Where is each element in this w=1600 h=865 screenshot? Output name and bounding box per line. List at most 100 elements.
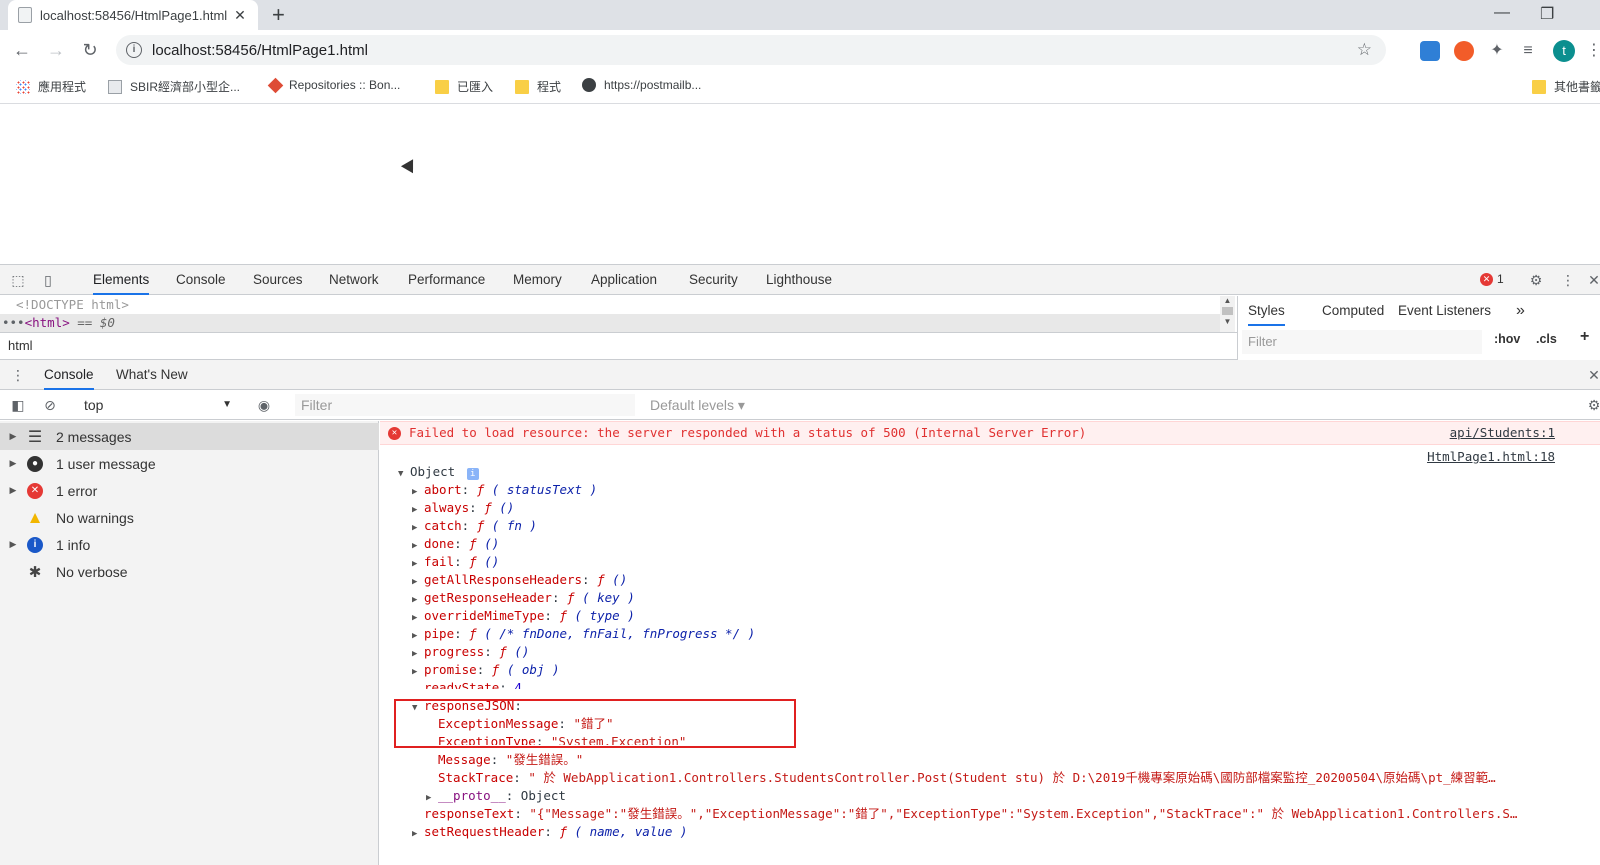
close-tab-icon[interactable]: ✕ — [232, 7, 248, 24]
prop-row[interactable]: ▶ fail: ƒ () — [412, 553, 499, 571]
prop-row[interactable]: ▶ pipe: ƒ ( /* fnDone, fnFail, fnProgress… — [412, 625, 755, 643]
show-sidebar-icon[interactable]: ◧ — [10, 397, 26, 413]
new-rule-button[interactable]: + — [1580, 328, 1589, 346]
extension-s-icon[interactable] — [1420, 41, 1440, 61]
more-tabs-icon[interactable]: » — [1516, 296, 1525, 326]
drawer-menu-icon[interactable]: ⋮ — [10, 367, 26, 383]
browser-tab[interactable]: localhost:58456/HtmlPage1.html ✕ — [8, 0, 258, 30]
sidebar-item-warnings[interactable]: ▲ No warnings — [0, 504, 379, 531]
set-request-header-row[interactable]: ▶ setRequestHeader: ƒ ( name, value ) — [412, 823, 687, 841]
inspect-element-icon[interactable]: ⬚ — [10, 272, 26, 288]
new-tab-button[interactable]: + — [272, 3, 285, 27]
extensions-puzzle-icon[interactable]: ✦ — [1487, 41, 1507, 61]
expand-arrow-icon[interactable]: ▶ — [412, 663, 422, 681]
media-queue-icon[interactable]: ≡ — [1518, 41, 1538, 61]
device-toolbar-icon[interactable]: ▯ — [40, 272, 56, 288]
prop-row[interactable]: ▶ done: ƒ () — [412, 535, 499, 553]
scroll-down-icon[interactable]: ▼ — [1220, 317, 1235, 326]
breadcrumb-html[interactable]: html — [8, 338, 33, 353]
tab-security[interactable]: Security — [689, 265, 738, 295]
expand-arrow-icon[interactable]: ▶ — [0, 458, 26, 469]
prop-row[interactable]: ▶ getAllResponseHeaders: ƒ () — [412, 571, 627, 589]
error-source-link[interactable]: api/Students:1 — [1450, 422, 1555, 444]
profile-avatar[interactable]: t — [1553, 40, 1575, 62]
prop-row[interactable]: ▶ getResponseHeader: ƒ ( key ) — [412, 589, 635, 607]
object-root-row[interactable]: ▼ Object i — [398, 463, 479, 481]
elements-scrollbar[interactable]: ▲ ▼ — [1220, 296, 1235, 332]
ready-state-row[interactable]: readyState: 4 — [424, 679, 522, 689]
expand-arrow-icon[interactable]: ▶ — [0, 431, 26, 442]
drawer-tab-console[interactable]: Console — [44, 360, 94, 390]
expand-arrow-icon[interactable]: ▶ — [0, 539, 26, 550]
info-badge-icon[interactable]: i — [466, 468, 479, 480]
expand-arrow-icon[interactable]: ▶ — [412, 825, 422, 843]
console-filter-input[interactable]: Filter — [295, 394, 635, 416]
sidebar-item-messages[interactable]: ▶ ☰ 2 messages — [0, 423, 379, 450]
message-row[interactable]: Message: "發生錯誤。" — [438, 751, 583, 769]
live-expression-eye-icon[interactable]: ◉ — [256, 397, 272, 413]
tab-styles[interactable]: Styles — [1248, 296, 1285, 326]
html-node[interactable]: •••<html> == $0 — [0, 314, 1220, 332]
tab-network[interactable]: Network — [329, 265, 379, 295]
forward-icon[interactable]: → — [44, 38, 68, 62]
error-count-badge[interactable]: ✕ 1 — [1480, 272, 1504, 286]
close-drawer-icon[interactable]: ✕ — [1586, 367, 1600, 383]
minimize-icon[interactable]: — — [1494, 4, 1510, 22]
sidebar-item-verbose[interactable]: ✱ No verbose — [0, 558, 379, 585]
bookmark-imported[interactable]: 已匯入 — [435, 78, 493, 95]
bookmark-apps[interactable]: 應用程式 — [16, 78, 86, 95]
doctype-node[interactable]: <!DOCTYPE html> — [0, 296, 1220, 314]
scroll-thumb[interactable] — [1222, 307, 1233, 315]
sidebar-item-user-messages[interactable]: ▶ ● 1 user message — [0, 450, 379, 477]
tab-event-listeners[interactable]: Event Listeners — [1398, 296, 1491, 326]
log-source-link[interactable]: HtmlPage1.html:18 — [1427, 448, 1555, 466]
hov-button[interactable]: :hov — [1494, 332, 1520, 346]
clear-console-icon[interactable]: ⊘ — [42, 397, 58, 413]
extension-orange-icon[interactable] — [1454, 41, 1474, 61]
response-text-row[interactable]: responseText: "{"Message":"發生錯誤。","Excep… — [424, 805, 1598, 823]
expand-arrow-icon[interactable]: ▶ — [0, 485, 26, 496]
sidebar-item-info[interactable]: ▶ i 1 info — [0, 531, 379, 558]
tab-sources[interactable]: Sources — [253, 265, 303, 295]
scroll-up-icon[interactable]: ▲ — [1220, 296, 1235, 305]
tab-performance[interactable]: Performance — [408, 265, 485, 295]
prop-row[interactable]: ▶ catch: ƒ ( fn ) — [412, 517, 537, 535]
prop-row[interactable]: ▶ promise: ƒ ( obj ) — [412, 661, 560, 679]
tab-memory[interactable]: Memory — [513, 265, 562, 295]
site-info-icon[interactable]: i — [126, 42, 142, 58]
styles-filter-input[interactable]: Filter — [1242, 330, 1482, 354]
bookmark-repositories[interactable]: Repositories :: Bon... — [267, 77, 400, 93]
tab-application[interactable]: Application — [591, 265, 657, 295]
prop-row[interactable]: ▶ always: ƒ () — [412, 499, 514, 517]
drawer-tab-whats-new[interactable]: What's New — [116, 360, 188, 390]
bookmark-star-icon[interactable]: ☆ — [1357, 40, 1372, 60]
sidebar-item-label: 1 user message — [56, 455, 156, 472]
bookmark-other[interactable]: 其他書籤 — [1532, 78, 1600, 95]
collapse-arrow-icon[interactable]: ▼ — [398, 465, 408, 483]
restore-icon[interactable]: ❐ — [1540, 4, 1554, 24]
tab-elements[interactable]: Elements — [93, 265, 150, 295]
prop-row[interactable]: ▶ overrideMimeType: ƒ ( type ) — [412, 607, 635, 625]
log-levels-dropdown[interactable]: Default levels ▾ — [650, 394, 745, 416]
stacktrace-row[interactable]: StackTrace: " 於 WebApplication1.Controll… — [438, 769, 1598, 787]
tab-console[interactable]: Console — [176, 265, 226, 295]
context-selector[interactable]: top ▼ — [80, 394, 238, 416]
back-icon[interactable]: ← — [10, 38, 34, 62]
bookmark-postmail[interactable]: https://postmailb... — [582, 78, 701, 92]
cls-button[interactable]: .cls — [1536, 332, 1557, 346]
bookmark-sbir[interactable]: SBIR經濟部小型企... — [108, 78, 240, 95]
bookmark-code[interactable]: 程式 — [515, 78, 561, 95]
settings-gear-icon[interactable]: ⚙ — [1528, 272, 1544, 288]
address-bar[interactable]: i localhost:58456/HtmlPage1.html ☆ — [116, 35, 1386, 65]
close-devtools-icon[interactable]: ✕ — [1586, 272, 1600, 288]
tab-lighthouse[interactable]: Lighthouse — [766, 265, 832, 295]
reload-icon[interactable]: ↻ — [78, 38, 102, 62]
tab-computed[interactable]: Computed — [1322, 296, 1384, 326]
console-settings-icon[interactable]: ⚙ — [1586, 397, 1600, 413]
prop-row[interactable]: ▶ abort: ƒ ( statusText ) — [412, 481, 597, 499]
sidebar-item-errors[interactable]: ▶ ✕ 1 error — [0, 477, 379, 504]
prop-row[interactable]: ▶ progress: ƒ () — [412, 643, 529, 661]
more-options-icon[interactable]: ⋮ — [1560, 272, 1576, 288]
menu-kebab-icon[interactable]: ⋮ — [1584, 41, 1600, 61]
proto-row[interactable]: ▶ __proto__: Object — [426, 787, 566, 805]
